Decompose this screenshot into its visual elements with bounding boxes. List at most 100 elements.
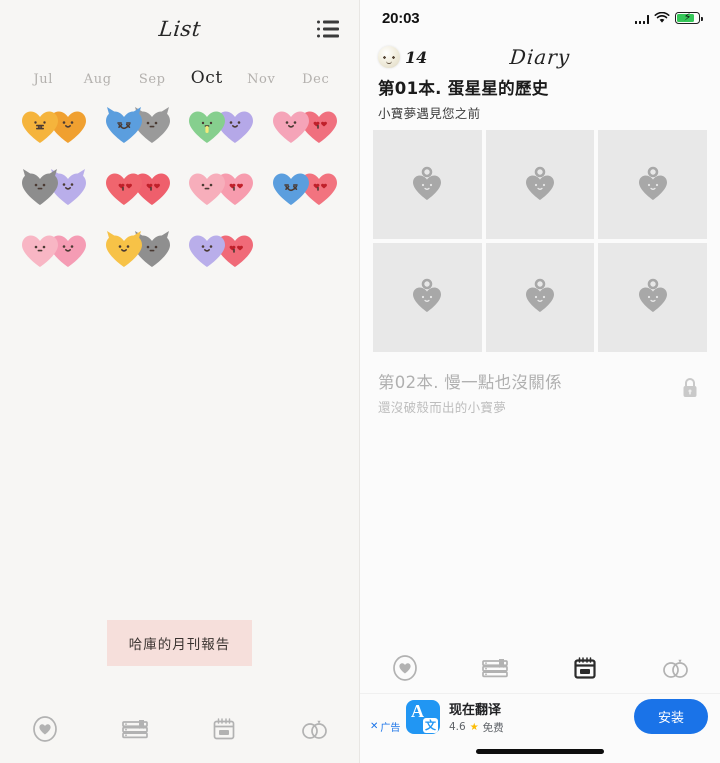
heart-pair [102,230,174,270]
ad-label: 广告 [380,723,401,734]
heart-pair [185,230,257,270]
month-tab-sep[interactable]: Sep [125,72,180,87]
photo-tile[interactable] [485,242,595,352]
home-indicator-area [360,739,720,763]
egg-character-icon [378,46,400,68]
heart-pair [102,106,174,146]
heart-pair-item[interactable] [12,230,96,270]
nav-item-heart[interactable] [0,715,90,748]
photo-tile[interactable] [598,130,708,239]
nav-item-books[interactable] [90,715,180,748]
month-tab-aug[interactable]: Aug [71,72,126,87]
month-tab-jul[interactable]: Jul [16,72,71,87]
status-indicators: ⚡ [634,12,703,24]
heart-pair-item[interactable] [12,106,96,146]
photo-tile[interactable] [373,130,482,239]
heart-row [12,168,347,208]
right-screen-diary: 20:03 ⚡ 14 Diary 第01本. 蛋星星的歷史 小寶夢遇見您之前 第… [360,0,720,763]
month-tab-nov[interactable]: Nov [234,72,289,87]
nav-item-heart[interactable] [360,654,450,687]
heart-tag-placeholder-icon [638,278,667,313]
heart-pair [18,168,90,208]
heart-pair-item[interactable] [263,106,347,146]
heart-tag-placeholder-icon [526,278,554,313]
nav-item-books[interactable] [450,654,540,687]
cellular-signal-icon [634,13,649,24]
heart-pair-item[interactable] [180,230,264,270]
ad-text-block: 现在翻译 4.6 ★ 免费 [449,699,504,735]
ad-icon-letter-cn: 文 [423,717,438,733]
heart-pair-item[interactable] [96,230,180,270]
heart-pair-item[interactable] [12,168,96,208]
ad-meta: 4.6 ★ 免费 [449,720,504,735]
heart-pair-item[interactable] [180,106,264,146]
right-bottom-nav [360,647,720,693]
heart-pair [18,106,90,146]
egg-badge[interactable]: 14 [378,46,427,68]
book-subtitle: 小寶夢遇見您之前 [378,106,481,122]
nav-item-rings[interactable] [269,715,359,748]
heart-pair [18,230,90,270]
lock-icon [680,376,700,405]
nav-item-rings[interactable] [630,654,720,687]
status-bar: 20:03 ⚡ [360,0,720,36]
heart-circle-icon [391,654,419,687]
rings-icon [298,715,330,748]
heart-pair [102,168,174,208]
heart-pair [185,106,257,146]
photo-tile[interactable] [373,242,482,352]
heart-cell-empty [263,230,347,270]
monthly-report-button[interactable]: 哈庫的月刊報告 [106,620,253,666]
book-entry-2[interactable]: 第02本. 慢一點也沒關係 還沒破殼而出的小寶夢 [360,352,720,416]
heart-grid [0,96,359,270]
heart-pair-item[interactable] [96,106,180,146]
ad-banner[interactable]: ✕ 广告 A 文 现在翻译 4.6 ★ 免费 安装 [360,693,720,739]
month-tab-dec[interactable]: Dec [289,72,344,87]
left-screen-list: List Jul Aug Sep Oct Nov Dec 哈庫的月刊報告 [0,0,360,763]
heart-tag-placeholder-icon [638,166,667,200]
battery-charging-icon: ⚡ [675,12,703,24]
status-time: 20:03 [382,9,420,27]
heart-pair [185,168,257,208]
photo-tile[interactable] [598,242,708,352]
heart-pair-item[interactable] [263,168,347,208]
books-icon [480,654,510,687]
nav-item-calendar[interactable] [180,715,270,748]
wifi-icon [654,12,670,23]
month-tab-oct[interactable]: Oct [180,68,235,88]
heart-pair-item[interactable] [96,168,180,208]
ad-install-button[interactable]: 安装 [633,699,708,734]
books-icon [120,715,150,748]
close-icon: ✕ [370,721,379,732]
heart-circle-icon [31,715,59,748]
photo-grid [360,122,720,352]
left-header: List [0,0,359,58]
calendar-icon [571,654,599,687]
ad-price: 免费 [482,721,504,734]
ad-close-button[interactable]: ✕ 广告 [370,719,400,734]
report-button-wrap: 哈庫的月刊報告 [0,620,359,666]
page-title: List [157,17,202,41]
heart-pair [269,106,341,146]
diary-header: 14 Diary [360,36,720,74]
heart-row [12,106,347,146]
book-title: 第01本. 蛋星星的歷史 [378,79,549,98]
nav-item-calendar[interactable] [540,654,630,687]
book-entry-1[interactable]: 第01本. 蛋星星的歷史 小寶夢遇見您之前 [360,74,720,122]
list-icon[interactable] [317,20,339,38]
translate-app-icon: A 文 [406,699,440,734]
heart-pair [269,168,341,208]
ad-icon-letter: A [411,700,424,721]
heart-tag-placeholder-icon [413,166,442,200]
heart-tag-placeholder-icon [526,166,554,200]
heart-pair-item[interactable] [180,168,264,208]
star-icon: ★ [469,721,479,733]
ad-rating: 4.6 [449,721,466,733]
home-indicator[interactable] [476,748,604,754]
book-title: 第02本. 慢一點也沒關係 [378,372,562,392]
ad-app-name: 现在翻译 [449,702,502,718]
egg-count: 14 [405,47,428,67]
photo-tile[interactable] [485,130,595,239]
left-bottom-nav [0,699,359,763]
